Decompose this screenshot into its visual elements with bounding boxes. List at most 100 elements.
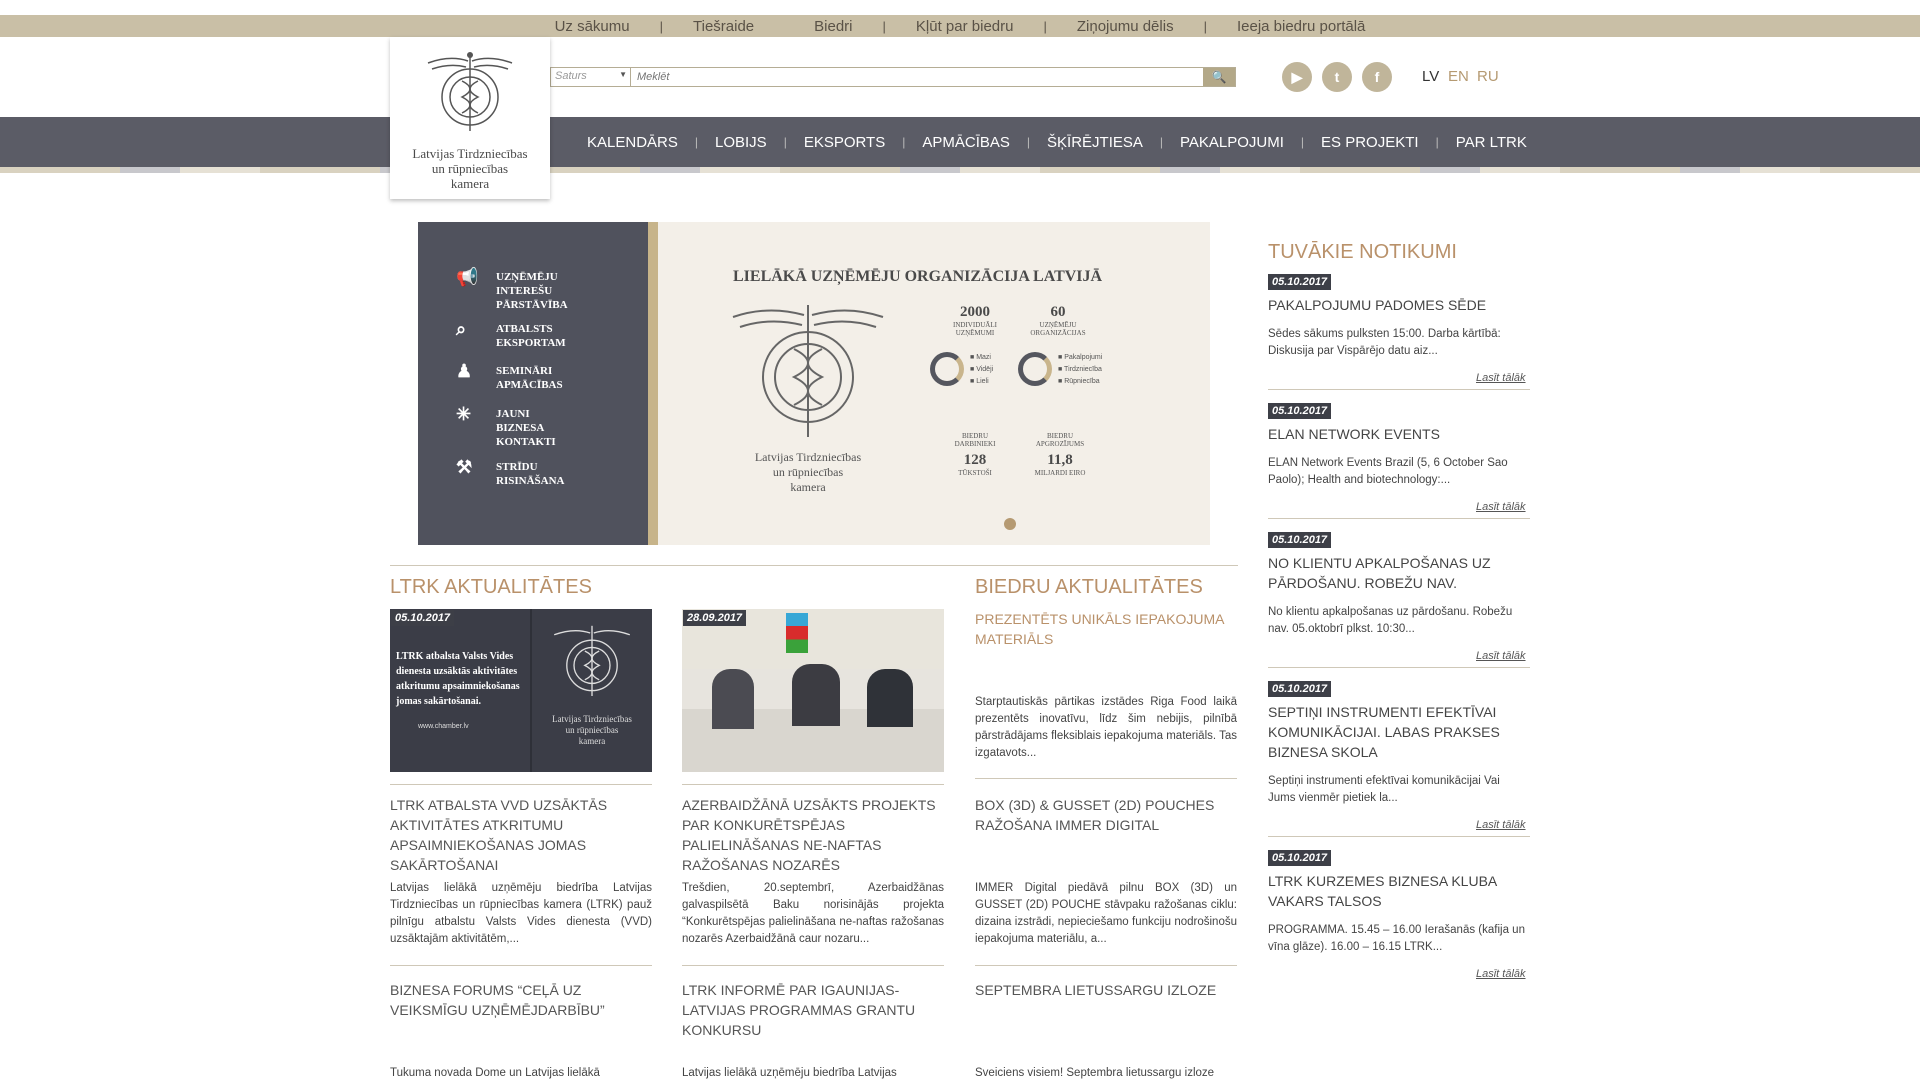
top-nav-board[interactable]: Ziņojumu dēlis: [1047, 18, 1204, 35]
event-excerpt: PROGRAMMA. 15.45 – 16.00 Ierašanās (kafi…: [1268, 924, 1525, 953]
top-nav-live[interactable]: Tiešraide: [663, 18, 784, 35]
logo-line-3: kamera: [450, 176, 490, 191]
nav-training[interactable]: APMĀCĪBAS: [905, 134, 1027, 151]
read-more-link[interactable]: Lasīt tālāk: [1476, 501, 1526, 513]
divider: [390, 784, 652, 785]
banner-item-contacts: ✳ JAUNI BIZNESA KONTAKTI: [456, 404, 556, 448]
presenter-icon: ♟: [456, 361, 473, 381]
divider: [1268, 518, 1530, 519]
megaphone-icon: 📢: [456, 267, 479, 287]
event-excerpt: Septiņi instrumenti efektīvai komunikāci…: [1268, 775, 1500, 804]
site-logo[interactable]: Latvijas Tirdzniecības un rūpniecības ka…: [390, 37, 550, 199]
event-excerpt: Sēdes sākums pulksten 15:00. Darba kārtī…: [1268, 328, 1501, 357]
news-title[interactable]: LTRK ATBALSTA VVD UZSĀKTĀS AKTIVITĀTES A…: [390, 795, 652, 875]
news-excerpt: Latvijas lielākā uzņēmēju biedrība Latvi…: [390, 882, 652, 945]
legend-size: ■ Mazi ■ Vidēji ■ Lieli: [970, 354, 994, 385]
carousel-dot[interactable]: [1004, 518, 1016, 530]
divider: [975, 778, 1237, 779]
event-title[interactable]: SEPTIŅI INSTRUMENTI EFEKTĪVAI KOMUNIKĀCI…: [1268, 702, 1528, 762]
news-excerpt: Tukuma novada Dome un Latvijas lielākā: [390, 1067, 600, 1079]
search-category-select[interactable]: Saturs ▼: [551, 68, 631, 86]
nav-services[interactable]: PAKALPOJUMI: [1163, 134, 1301, 151]
event-excerpt: ELAN Network Events Brazil (5, 6 October…: [1268, 457, 1508, 486]
member-news-excerpt: Starptautiskās pārtikas izstādes Riga Fo…: [975, 696, 1237, 759]
nav-about[interactable]: PAR LTRK: [1439, 134, 1544, 151]
divider: [975, 965, 1237, 966]
nav-arbitration[interactable]: ŠĶĪRĒJTIESA: [1030, 134, 1160, 151]
banner-item-export: ⌕ ATBALSTS EKSPORTAM: [456, 319, 566, 349]
read-more-link[interactable]: Lasīt tālāk: [1476, 968, 1526, 980]
globe-search-icon: ⌕: [456, 319, 467, 339]
divider: [390, 965, 652, 966]
news-date: 05.10.2017: [391, 610, 455, 626]
events-heading: TUVĀKIE NOTIKUMI: [1268, 241, 1457, 263]
divider: [1268, 389, 1530, 390]
nav-lobby[interactable]: LOBIJS: [698, 134, 784, 151]
chevron-down-icon: ▼: [619, 70, 627, 79]
top-navigation: Uz sākumu | Tiešraide Biedri | Kļūt par bi…: [0, 15, 1920, 37]
divider: [682, 784, 944, 785]
chamber-emblem-icon: Latvijas Tirdzniecības un rūpniecības kame…: [530, 609, 652, 772]
member-news-title[interactable]: PREZENTĒTS UNIKĀLS IEPAKOJUMA MATERIĀLS: [975, 609, 1237, 649]
banner-services-panel: 📢 UZŅĒMĒJU INTEREŠU PĀRSTĀVĪBA ⌕ ATBALSTS EKS…: [418, 222, 658, 545]
news-title[interactable]: BIZNESA FORUMS “CEĻĀ UZ VEIKSMĪGU UZŅĒMĒ…: [390, 980, 652, 1020]
chamber-emblem-icon: [732, 305, 884, 437]
nav-export[interactable]: EKSPORTS: [787, 134, 902, 151]
youtube-icon[interactable]: ▶: [1282, 62, 1312, 92]
lang-en[interactable]: EN: [1448, 68, 1469, 85]
search-button[interactable]: 🔍: [1203, 68, 1235, 86]
event-title[interactable]: ELAN NETWORK EVENTS: [1268, 424, 1528, 444]
banner-item-representation: 📢 UZŅĒMĒJU INTEREŠU PĀRSTĀVĪBA: [456, 267, 568, 311]
event-date: 05.10.2017: [1268, 532, 1332, 548]
member-news-excerpt: Sveiciens visiem! Septembra lietussargu …: [975, 1067, 1215, 1079]
lang-lv[interactable]: LV: [1422, 68, 1439, 85]
news-excerpt: Latvijas lielākā uzņēmēju biedrība Latvi…: [682, 1067, 897, 1079]
read-more-link[interactable]: Lasīt tālāk: [1476, 819, 1526, 831]
photo-person: [792, 664, 840, 726]
read-more-link[interactable]: Lasīt tālāk: [1476, 372, 1526, 384]
flag-icon: [786, 613, 808, 653]
event-date: 05.10.2017: [1268, 681, 1332, 697]
chamber-emblem-icon: [427, 52, 513, 131]
event-title[interactable]: LTRK KURZEMES BIZNESA KLUBA VAKARS TALSO…: [1268, 871, 1528, 911]
member-news-title[interactable]: BOX (3D) & GUSSET (2D) POUCHES RAŽOŠANA …: [975, 795, 1237, 835]
top-nav-home[interactable]: Uz sākumu: [525, 18, 660, 35]
news-image-2[interactable]: [682, 609, 944, 772]
nav-eu-projects[interactable]: ES PROJEKTI: [1304, 134, 1436, 151]
member-news-title[interactable]: SEPTEMBRA LIETUSSARGU IZLOZE: [975, 980, 1237, 1000]
event-title[interactable]: NO KLIENTU APKALPOŠANAS UZ PĀRDOŠANU. RO…: [1268, 553, 1528, 593]
divider: [1268, 836, 1530, 837]
main-navigation: KALENDĀRS | LOBIJS | EKSPORTS | APMĀCĪBAS | …: [0, 117, 1920, 167]
news-title[interactable]: AZERBAIDŽĀNĀ UZSĀKTS PROJEKTS PAR KONKUR…: [682, 795, 944, 875]
top-nav-members[interactable]: Biedri: [784, 18, 882, 35]
search-input[interactable]: [631, 68, 1203, 86]
news-image-1[interactable]: LTRK atbalsta Valsts Vides dienesta uzsā…: [390, 609, 652, 772]
ltrk-news-heading: LTRK AKTUALITĀTES: [390, 576, 592, 598]
hero-banner[interactable]: 📢 UZŅĒMĒJU INTEREŠU PĀRSTĀVĪBA ⌕ ATBALSTS EKS…: [418, 222, 1210, 545]
logo-line-1: Latvijas Tirdzniecības: [412, 146, 528, 161]
news-image-url: www.chamber.lv: [418, 723, 469, 730]
twitter-icon[interactable]: t: [1322, 62, 1352, 92]
decorative-stripe: [0, 167, 1920, 173]
search-icon: 🔍: [1211, 70, 1227, 84]
event-title[interactable]: PAKALPOJUMU PADOMES SĒDE: [1268, 295, 1528, 315]
logo-line-2: un rūpniecības: [431, 161, 509, 176]
banner-info-panel: LIELĀKĀ UZŅĒMĒJU ORGANIZĀCIJA LATVIJĀ La…: [668, 222, 1210, 545]
top-nav-portal[interactable]: Ieeja biedru portālā: [1207, 18, 1395, 35]
read-more-link[interactable]: Lasīt tālāk: [1476, 650, 1526, 662]
banner-item-seminars: ♟ SEMINĀRI APMĀCĪBAS: [456, 361, 563, 391]
news-image-logo-text: Latvijas Tirdzniecības un rūpniecības kame…: [552, 714, 632, 746]
gavel-icon: ⚒: [456, 457, 473, 477]
news-excerpt: Trešdien, 20.septembrī, Azerbaidžānas ga…: [682, 882, 944, 945]
nav-calendar[interactable]: KALENDĀRS: [570, 134, 695, 151]
stat-turnover: BIEDRU APGROZĪJUMS 11,8 MILJARDI EIRO: [1034, 432, 1086, 477]
facebook-icon[interactable]: f: [1362, 62, 1392, 92]
top-nav-join[interactable]: Kļūt par biedru: [886, 18, 1044, 35]
photo-person: [867, 669, 913, 727]
divider: [682, 965, 944, 966]
lang-ru[interactable]: RU: [1477, 68, 1499, 85]
news-title[interactable]: LTRK INFORMĒ PAR IGAUNIJAS-LATVIJAS PROG…: [682, 980, 944, 1040]
donut-sector: [1018, 352, 1052, 386]
stat-companies: 2000 INDIVIDUĀLI UZŅĒMUMI: [953, 304, 997, 337]
divider: [1268, 667, 1530, 668]
